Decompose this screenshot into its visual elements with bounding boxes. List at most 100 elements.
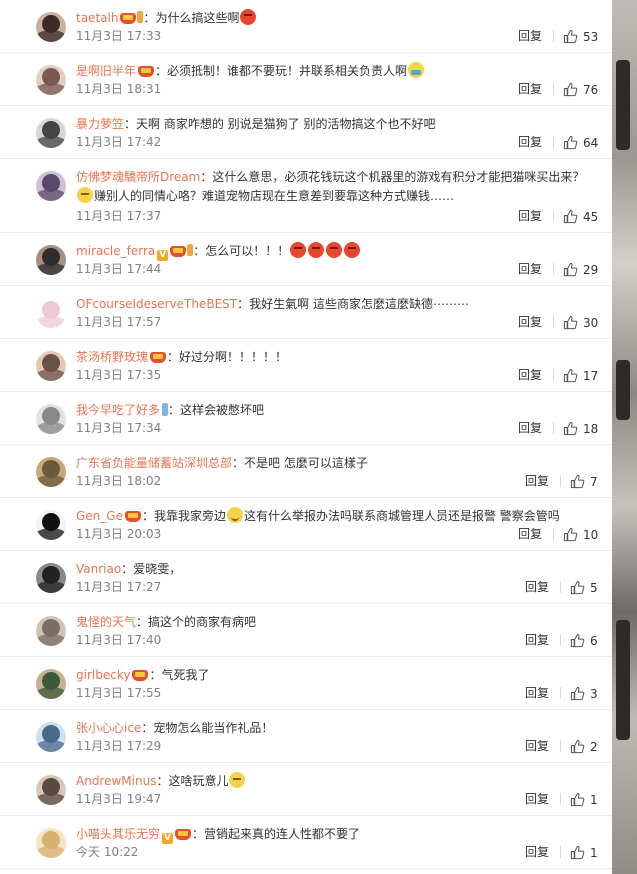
- like-button[interactable]: 2: [570, 739, 598, 755]
- comment-username[interactable]: Gen_Ge: [76, 509, 123, 523]
- comment-row: 我今早吃了好多 ：这样会被憋坏吧 11月3日 17:34 回复 18: [0, 392, 612, 445]
- like-count: 6: [590, 634, 598, 648]
- comment-username[interactable]: 茶汤桥野玫瑰: [76, 350, 148, 364]
- like-button[interactable]: 5: [570, 580, 598, 596]
- like-button[interactable]: 29: [563, 262, 598, 278]
- reply-button[interactable]: 回复: [518, 208, 542, 224]
- comment-username[interactable]: miracle_ferra: [76, 244, 155, 258]
- like-button[interactable]: 17: [563, 368, 598, 384]
- thumbs-up-icon: [563, 82, 578, 97]
- reply-button[interactable]: 回复: [525, 579, 549, 595]
- reply-button[interactable]: 回复: [525, 738, 549, 754]
- reply-button[interactable]: 回复: [518, 314, 542, 330]
- avatar[interactable]: [36, 171, 66, 201]
- angry-emoji-icon: [240, 9, 257, 25]
- avatar[interactable]: [36, 775, 66, 805]
- avatar[interactable]: [36, 457, 66, 487]
- comment-text: ：这啥玩意儿: [156, 774, 229, 788]
- reply-button[interactable]: 回复: [525, 685, 549, 701]
- user-badges: V: [162, 827, 192, 845]
- reply-button[interactable]: 回复: [525, 844, 549, 860]
- comment-username[interactable]: 广东省负能量储蓄站深圳总部: [76, 456, 232, 470]
- avatar[interactable]: [36, 65, 66, 95]
- reply-button[interactable]: 回复: [518, 261, 542, 277]
- avatar[interactable]: [36, 563, 66, 593]
- comment-username[interactable]: OFcourseIdeserveTheBEST: [76, 297, 237, 311]
- like-button[interactable]: 18: [563, 421, 598, 437]
- like-button[interactable]: 53: [563, 29, 598, 45]
- thumbs-up-icon: [563, 527, 578, 542]
- comment-row: 仿佛梦魂驕帝所Dream：这什么意思，必须花钱玩这个机器里的游戏有积分才能把猫咪…: [0, 159, 612, 233]
- comment-text-continued: 这有什么举报办法吗联系商城管理人员还是报警 警察会管吗: [243, 509, 560, 523]
- reply-button[interactable]: 回复: [518, 420, 542, 436]
- thumbs-up-icon: [570, 633, 585, 648]
- comment-username[interactable]: 张小心心ice: [76, 721, 141, 735]
- comment-text: ：搞这个的商家有病吧: [136, 615, 257, 629]
- avatar[interactable]: [36, 722, 66, 752]
- like-count: 5: [590, 581, 598, 595]
- avatar[interactable]: [36, 12, 66, 42]
- reply-button[interactable]: 回复: [518, 367, 542, 383]
- avatar[interactable]: [36, 298, 66, 328]
- comment-row: 茶汤桥野玫瑰 ：好过分啊！！！！！ 11月3日 17:35 回复 17: [0, 339, 612, 392]
- comment-username[interactable]: 暴力萝笠: [76, 117, 124, 131]
- like-button[interactable]: 7: [570, 474, 598, 490]
- comment-text: ：天啊 商家咋想的 别说是猫狗了 别的活物搞这个也不好吧: [124, 117, 436, 131]
- reply-button[interactable]: 回复: [525, 791, 549, 807]
- comment-content: 暴力萝笠：天啊 商家咋想的 别说是猫狗了 别的活物搞这个也不好吧: [76, 115, 604, 133]
- avatar[interactable]: [36, 245, 66, 275]
- action-divider: [553, 210, 554, 222]
- comment-row: Vanriao：爱晓雯， 11月3日 17:27 回复 5: [0, 551, 612, 604]
- comment-content: miracle_ferra V ：怎么可以！！！: [76, 242, 604, 262]
- user-badges: [150, 350, 167, 368]
- thumbs-up-icon: [570, 845, 585, 860]
- like-button[interactable]: 1: [570, 792, 598, 808]
- comment-username[interactable]: 我今早吃了好多: [76, 403, 160, 417]
- reply-button[interactable]: 回复: [518, 81, 542, 97]
- avatar[interactable]: [36, 616, 66, 646]
- avatar[interactable]: [36, 828, 66, 858]
- reply-button[interactable]: 回复: [518, 134, 542, 150]
- action-divider: [553, 30, 554, 42]
- thumbs-up-icon: [563, 29, 578, 44]
- thumbs-up-icon: [563, 135, 578, 150]
- like-button[interactable]: 64: [563, 135, 598, 151]
- user-badges: [132, 668, 149, 686]
- like-button[interactable]: 3: [570, 686, 598, 702]
- avatar[interactable]: [36, 510, 66, 540]
- reply-button[interactable]: 回复: [518, 28, 542, 44]
- comment-time: 11月3日 17:35: [76, 368, 162, 382]
- like-button[interactable]: 30: [563, 315, 598, 331]
- comment-time: 11月3日 17:57: [76, 315, 162, 329]
- comment-text: ：怎么可以！！！: [193, 244, 290, 258]
- avatar[interactable]: [36, 404, 66, 434]
- like-button[interactable]: 76: [563, 82, 598, 98]
- like-button[interactable]: 6: [570, 633, 598, 649]
- comment-content: 是啊旧半年 ：必须抵制！谁都不要玩！并联系相关负责人啊: [76, 62, 604, 82]
- comment-content: 张小心心ice：宠物怎么能当作礼品！: [76, 719, 604, 737]
- thumbs-up-icon: [570, 792, 585, 807]
- like-button[interactable]: 1: [570, 845, 598, 861]
- reply-button[interactable]: 回复: [525, 473, 549, 489]
- thumbs-up-icon: [570, 739, 585, 754]
- comment-content: Gen_Ge ：我靠我家旁边 这有什么举报办法吗联系商城管理人员还是报警 警察会管吗: [76, 507, 604, 527]
- comment-username[interactable]: taetalh: [76, 11, 118, 25]
- comment-username[interactable]: 小喵头其乐无穷: [76, 827, 160, 841]
- avatar[interactable]: [36, 351, 66, 381]
- reply-button[interactable]: 回复: [525, 632, 549, 648]
- comment-time: 11月3日 17:44: [76, 262, 162, 276]
- comment-list: taetalh ：为什么搞这些啊 11月3日 17:33 回复 53 是啊旧半年 ：必须抵制…: [0, 0, 612, 869]
- user-badges: [120, 11, 144, 29]
- comment-username[interactable]: Vanriao: [76, 562, 121, 576]
- like-button[interactable]: 10: [563, 527, 598, 543]
- comment-username[interactable]: 是啊旧半年: [76, 64, 136, 78]
- comment-username[interactable]: 仿佛梦魂驕帝所Dream: [76, 170, 200, 184]
- comment-username[interactable]: 鬼怪的天气: [76, 615, 136, 629]
- like-button[interactable]: 45: [563, 209, 598, 225]
- comment-username[interactable]: AndrewMinus: [76, 774, 156, 788]
- thumbs-up-icon: [563, 315, 578, 330]
- avatar[interactable]: [36, 669, 66, 699]
- reply-button[interactable]: 回复: [518, 526, 542, 542]
- avatar[interactable]: [36, 118, 66, 148]
- comment-username[interactable]: girlbecky: [76, 668, 130, 682]
